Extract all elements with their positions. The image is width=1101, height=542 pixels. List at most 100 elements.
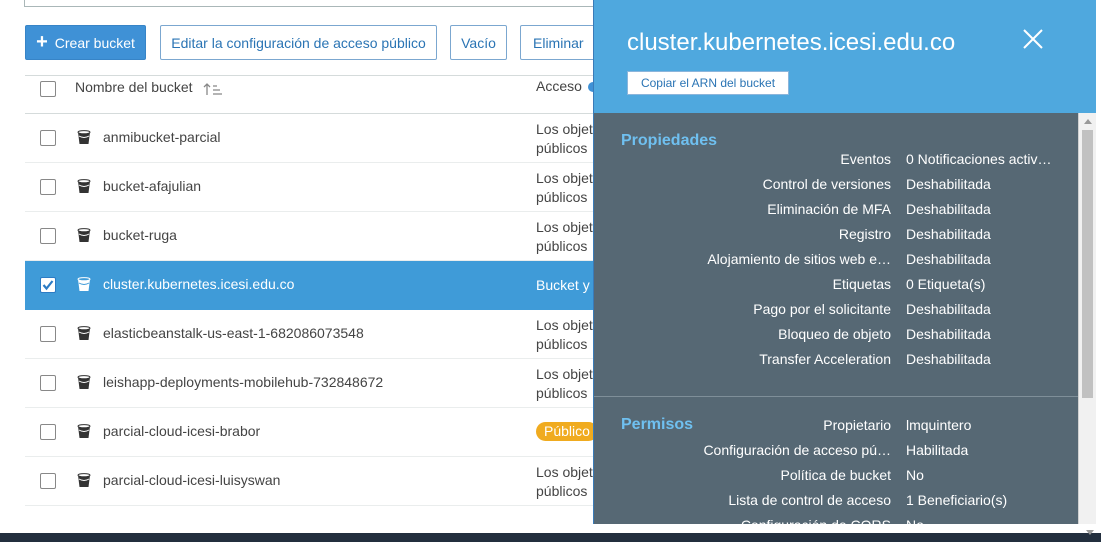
row-checkbox[interactable] [40,130,56,146]
access-line: Los objet [536,366,593,382]
sort-ascending-icon[interactable] [203,82,223,96]
access-cell: Los objet públicos [536,169,593,207]
scrollbar-thumb[interactable] [1082,130,1093,398]
property-row[interactable]: Registro Deshabilitada [594,226,1074,251]
property-row[interactable]: Etiquetas 0 Etiqueta(s) [594,276,1074,301]
scroll-down-arrow-icon[interactable] [1086,530,1094,535]
s3-console: + Crear bucket Editar la configuración d… [0,0,1101,542]
property-key: Política de bucket [780,467,891,483]
table-row[interactable]: elasticbeanstalk-us-east-1-682086073548 L… [25,310,605,359]
access-line: Los objet [536,464,593,480]
property-row[interactable]: Configuración de CORS No [594,517,1074,524]
property-row[interactable]: Bloqueo de objeto Deshabilitada [594,326,1074,351]
property-value: Deshabilitada [906,201,991,217]
bucket-icon [77,473,91,493]
property-row[interactable]: Lista de control de acceso 1 Beneficiario… [594,492,1074,517]
property-row[interactable]: Eliminación de MFA Deshabilitada [594,201,1074,226]
property-key: Lista de control de acceso [728,492,891,508]
table-header: Nombre del bucket Acceso [25,75,605,114]
property-key: Configuración de acceso pú… [703,442,891,458]
bucket-icon [77,228,91,248]
column-header-name-label: Nombre del bucket [75,79,193,95]
access-line: públicos [536,189,588,205]
properties-section-title: Propiedades [621,132,718,149]
access-cell: Bucket y [536,277,590,293]
bucket-icon [77,130,91,150]
table-row[interactable]: bucket-afajulian Los objet públicos [25,163,605,212]
property-value: Deshabilitada [906,301,991,317]
table-row[interactable]: leishapp-deployments-mobilehub-732848672… [25,359,605,408]
bucket-name-link[interactable]: bucket-ruga [103,227,177,243]
property-row[interactable]: Control de versiones Deshabilitada [594,176,1074,201]
property-key: Eliminación de MFA [767,201,891,217]
property-key: Eventos [840,151,891,167]
property-row[interactable]: Eventos 0 Notificaciones activ… [594,151,1074,176]
row-checkbox[interactable] [40,179,56,195]
property-value: lmquintero [906,417,972,433]
property-value: 0 Etiqueta(s) [906,276,986,292]
access-line: públicos [536,336,588,352]
property-row[interactable]: Política de bucket No [594,467,1074,492]
row-checkbox[interactable] [40,473,56,489]
create-bucket-label: Crear bucket [54,34,135,51]
table-row[interactable]: bucket-ruga Los objet públicos [25,212,605,261]
property-key: Registro [838,226,891,242]
property-value: Habilitada [906,442,969,458]
close-icon[interactable] [1022,28,1044,50]
buckets-table: Nombre del bucket Acceso anmibucket-parc… [25,75,605,506]
property-key: Pago por el solicitante [753,301,891,317]
access-line: Los objet [536,121,593,137]
row-checkbox[interactable] [40,326,56,342]
row-checkbox[interactable] [40,424,56,440]
table-row[interactable]: parcial-cloud-icesi-luisyswan Los objet pú… [25,457,605,506]
bucket-name-link[interactable]: cluster.kubernetes.icesi.edu.co [103,276,294,292]
property-row[interactable]: Alojamiento de sitios web e… Deshabilitad… [594,251,1074,276]
plus-icon: + [36,30,48,53]
bucket-name-link[interactable]: bucket-afajulian [103,178,201,194]
bucket-name-link[interactable]: leishapp-deployments-mobilehub-732848672 [103,374,383,390]
edit-public-access-button[interactable]: Editar la configuración de acceso públic… [160,25,437,60]
access-line: públicos [536,238,588,254]
copy-arn-button[interactable]: Copiar el ARN del bucket [627,71,789,95]
table-row[interactable]: anmibucket-parcial Los objet públicos [25,114,605,163]
delete-bucket-button[interactable]: Eliminar [520,25,598,60]
table-row[interactable]: cluster.kubernetes.icesi.edu.co Bucket y [25,261,605,310]
row-checkbox[interactable] [40,228,56,244]
property-value: No [906,517,924,524]
section-divider [594,396,1078,397]
bucket-icon [77,375,91,395]
column-header-name[interactable]: Nombre del bucket [75,78,223,96]
delete-bucket-label: Eliminar [533,34,584,51]
property-value: No [906,467,924,483]
row-checkbox[interactable] [40,277,56,293]
access-cell: Los objet públicos [536,120,593,158]
property-value: Deshabilitada [906,251,991,267]
property-key: Propietario [823,417,891,433]
create-bucket-button[interactable]: + Crear bucket [25,25,146,60]
property-row[interactable]: Transfer Acceleration Deshabilitada [594,351,1074,376]
scroll-up-arrow-icon[interactable] [1084,119,1092,124]
edit-public-access-label: Editar la configuración de acceso públic… [171,34,426,51]
column-header-access[interactable]: Acceso [536,78,598,94]
panel-header: cluster.kubernetes.icesi.edu.co Copiar e… [594,0,1096,113]
bucket-details-panel: cluster.kubernetes.icesi.edu.co Copiar e… [593,0,1096,524]
property-key: Alojamiento de sitios web e… [707,251,891,267]
search-input[interactable] [24,0,624,7]
property-row[interactable]: Pago por el solicitante Deshabilitada [594,301,1074,326]
property-row[interactable]: Propietario lmquintero [594,417,1074,442]
property-value: Deshabilitada [906,351,991,367]
empty-bucket-button[interactable]: Vacío [450,25,507,60]
bucket-name-link[interactable]: parcial-cloud-icesi-luisyswan [103,472,280,488]
empty-bucket-label: Vacío [461,34,496,51]
bucket-name-link[interactable]: anmibucket-parcial [103,129,221,145]
row-checkbox[interactable] [40,375,56,391]
table-row[interactable]: parcial-cloud-icesi-brabor Público [25,408,605,457]
bucket-icon [77,326,91,346]
bucket-name-link[interactable]: elasticbeanstalk-us-east-1-682086073548 [103,325,364,341]
access-line: públicos [536,483,588,499]
bucket-name-link[interactable]: parcial-cloud-icesi-brabor [103,423,260,439]
select-all-checkbox[interactable] [40,81,56,97]
property-row[interactable]: Configuración de acceso pú… Habilitada [594,442,1074,467]
footer-bar [0,533,1101,542]
panel-scrollbar[interactable] [1078,113,1096,524]
